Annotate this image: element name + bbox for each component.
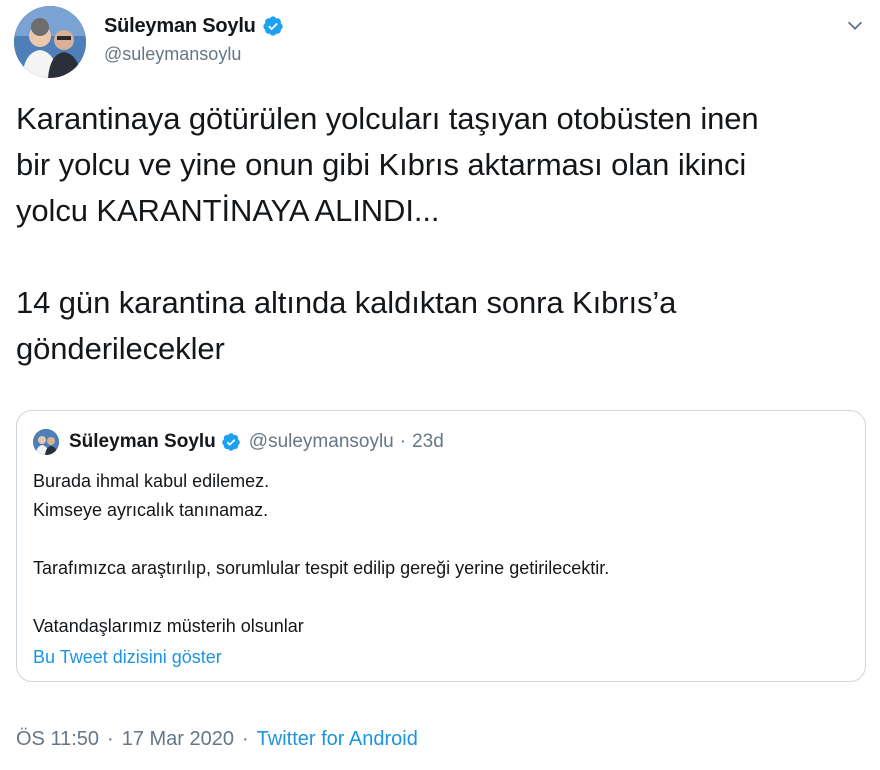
author-display-name[interactable]: Süleyman Soylu bbox=[104, 15, 256, 38]
tweet-time[interactable]: ÖS 11:50 bbox=[16, 728, 99, 751]
tweet-text: Karantinaya götürülen yolcuları taşıyan … bbox=[16, 96, 866, 372]
author-avatar[interactable] bbox=[14, 6, 86, 78]
verified-badge-icon bbox=[263, 16, 283, 36]
avatar-photo-icon bbox=[14, 6, 86, 78]
quoted-line: Vatandaşlarımız müsterih olsunlar bbox=[33, 616, 304, 636]
author-info: Süleyman Soylu @suleymansoylu bbox=[104, 12, 284, 65]
tweet-metadata: ÖS 11:50 · 17 Mar 2020 · Twitter for And… bbox=[16, 728, 418, 751]
tweet-line: 14 gün karantina altında kaldıktan sonra… bbox=[16, 285, 677, 320]
quoted-line-gap bbox=[33, 525, 843, 554]
quoted-author-avatar bbox=[33, 429, 59, 455]
separator-dot: · bbox=[242, 728, 249, 750]
quoted-line-gap bbox=[33, 583, 843, 612]
avatar-photo-icon bbox=[33, 429, 59, 455]
quoted-author-handle: @suleymansoylu bbox=[248, 431, 394, 452]
quoted-tweet-text: Burada ihmal kabul edilemez. Kimseye ayr… bbox=[33, 467, 843, 641]
author-handle[interactable]: @suleymansoylu bbox=[104, 44, 284, 65]
tweet-line: gönderilecekler bbox=[16, 331, 225, 366]
tweet-line: Karantinaya götürülen yolcuları taşıyan … bbox=[16, 101, 759, 136]
tweet: Süleyman Soylu @suleymansoylu Karantinay… bbox=[0, 0, 880, 770]
quoted-tweet-header: Süleyman Soylu @suleymansoylu · 23d bbox=[33, 427, 444, 457]
separator-dot: · bbox=[399, 431, 407, 452]
quoted-line: Tarafımızca araştırılıp, sorumlular tesp… bbox=[33, 558, 610, 578]
quoted-timestamp[interactable]: 23d bbox=[412, 431, 444, 453]
chevron-down-icon[interactable] bbox=[844, 14, 866, 36]
quoted-line: Burada ihmal kabul edilemez. bbox=[33, 471, 270, 491]
quoted-tweet-card[interactable]: Süleyman Soylu @suleymansoylu · 23d Bura… bbox=[16, 410, 866, 682]
separator-dot: · bbox=[107, 728, 114, 750]
tweet-date[interactable]: 17 Mar 2020 bbox=[122, 728, 234, 751]
show-thread-link[interactable]: Bu Tweet dizisini göster bbox=[33, 647, 222, 668]
tweet-source-link[interactable]: Twitter for Android bbox=[257, 728, 418, 751]
tweet-line: yolcu KARANTİNAYA ALINDI... bbox=[16, 193, 440, 228]
quoted-line: Kimseye ayrıcalık tanınamaz. bbox=[33, 500, 269, 520]
tweet-line: bir yolcu ve yine onun gibi Kıbrıs aktar… bbox=[16, 147, 747, 182]
quoted-author-name: Süleyman Soylu bbox=[69, 431, 216, 452]
verified-badge-icon bbox=[222, 433, 240, 451]
